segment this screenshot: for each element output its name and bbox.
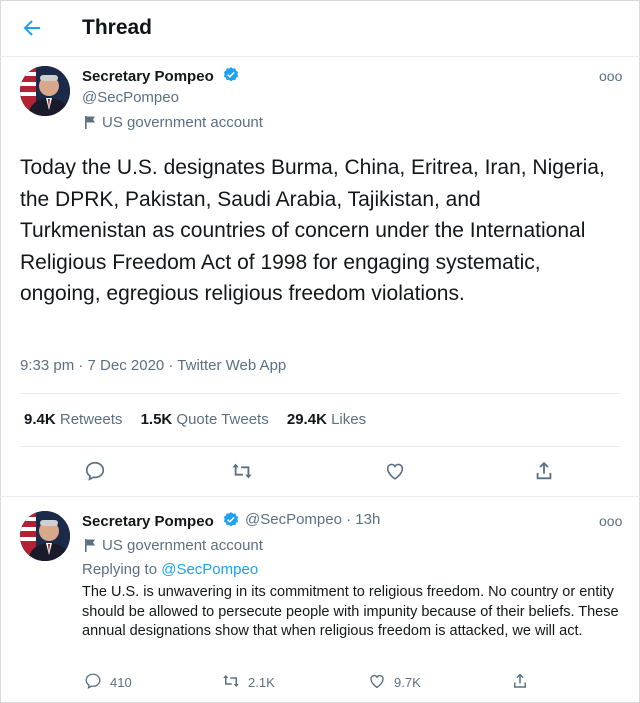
divider [20,446,620,447]
government-label: US government account [84,537,263,554]
government-label-text: US government account [102,537,263,554]
divider [20,393,620,394]
reply-icon [85,461,105,481]
like-count: 9.7K [394,675,421,690]
author-name[interactable]: Secretary Pompeo [82,66,240,85]
retweet-button[interactable] [231,460,253,487]
retweet-icon [232,463,252,479]
retweets-count: 9.4K [24,411,56,428]
reply-button[interactable]: 410 [84,672,132,693]
quote-tweets-count: 1.5K [140,411,173,428]
more-options-icon[interactable]: ooo [599,513,622,529]
profile-photo [20,511,70,561]
reply-count: 410 [110,675,132,690]
thread-header: Thread [0,0,640,57]
back-button[interactable] [20,12,52,44]
retweets-label: Retweets [59,411,123,428]
like-button[interactable] [384,460,406,487]
replying-to: Replying to @SecPompeo [82,561,258,578]
more-options-icon[interactable]: ooo [599,68,622,84]
retweets-stat[interactable]: 9.4K Retweets [24,411,122,428]
author-name-text: Secretary Pompeo [82,68,214,85]
reply-author-name[interactable]: Secretary Pompeo [82,511,240,530]
arrow-left-icon [23,20,40,36]
replying-to-handle-link[interactable]: @SecPompeo [161,561,258,578]
share-button[interactable] [511,672,529,693]
reply-author-name-text: Secretary Pompeo [82,513,214,530]
retweet-count: 2.1K [248,675,275,690]
avatar[interactable] [20,511,70,561]
like-button[interactable]: 9.7K [368,672,421,693]
share-icon [536,461,552,480]
likes-count: 29.4K [286,411,327,428]
divider [0,496,640,497]
flag-icon [85,539,95,552]
heart-icon [370,675,384,689]
quote-tweets-label: Quote Tweets [176,411,269,428]
quote-tweets-stat[interactable]: 1.5K Quote Tweets [141,411,269,428]
share-icon [514,673,526,688]
likes-stat[interactable]: 29.4K Likes [287,411,366,428]
government-label-text: US government account [102,114,263,131]
page-title: Thread [82,16,153,39]
tweet-timestamp[interactable]: 9:33 pm · 7 Dec 2020 · Twitter Web App [20,357,286,374]
profile-photo [20,66,70,116]
tweet-stats: 9.4K Retweets 1.5K Quote Tweets 29.4K Li… [24,411,380,428]
tweet-text: Today the U.S. designates Burma, China, … [20,156,605,305]
retweet-button[interactable]: 2.1K [222,672,275,693]
reply-handle-time[interactable]: @SecPompeo · 13h [245,511,380,528]
replying-to-prefix: Replying to [82,561,158,578]
reply-icon [85,673,101,689]
retweet-icon [223,675,239,687]
author-handle[interactable]: @SecPompeo [82,89,179,106]
reply-tweet-text: The U.S. is unwavering in its commitment… [82,584,619,639]
heart-icon [386,463,404,480]
likes-label: Likes [331,411,367,428]
verified-badge-icon [223,512,239,527]
share-button[interactable] [533,460,555,487]
avatar[interactable] [20,66,70,116]
verified-badge-icon [223,67,239,82]
flag-icon [85,116,95,129]
government-label: US government account [84,114,263,131]
reply-button[interactable] [84,460,106,487]
